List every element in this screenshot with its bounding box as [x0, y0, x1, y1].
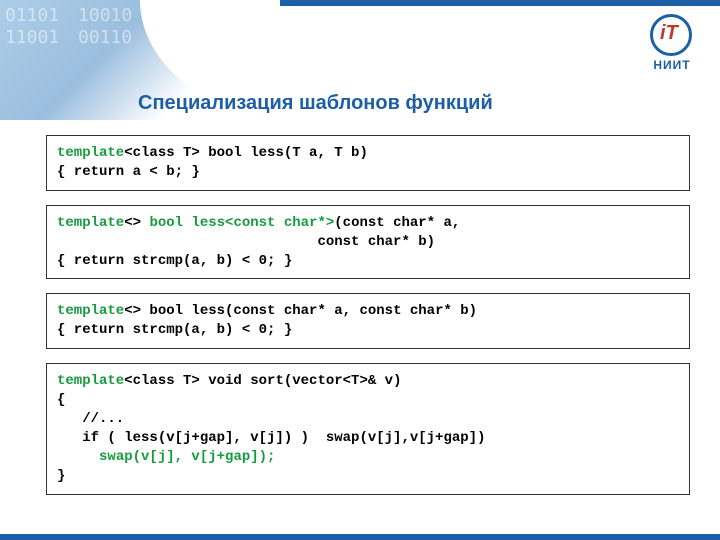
- code-segment: bool less<const char*>: [149, 215, 334, 231]
- code-segment: template: [57, 303, 124, 319]
- logo-label: НИИТ: [650, 58, 694, 72]
- code-block-2: template<> bool less<const char*>(const …: [46, 205, 690, 280]
- code-segment: swap(v[j], v[j+gap]);: [99, 449, 275, 465]
- code-segment: template: [57, 145, 124, 161]
- top-stripe: [280, 0, 720, 6]
- code-block-1: template<class T> bool less(T a, T b) { …: [46, 135, 690, 191]
- code-segment: <>: [124, 215, 149, 231]
- logo-icon: iT: [650, 14, 694, 58]
- slide-content: Специализация шаблонов функций template<…: [0, 92, 720, 509]
- code-segment: template: [57, 373, 124, 389]
- code-segment: template: [57, 215, 124, 231]
- code-block-3: template<> bool less(const char* a, cons…: [46, 293, 690, 349]
- code-segment: }: [57, 468, 65, 484]
- bottom-stripe: [0, 534, 720, 540]
- slide-title: Специализация шаблонов функций: [138, 92, 690, 115]
- code-block-4: template<class T> void sort(vector<T>& v…: [46, 363, 690, 494]
- logo: iT НИИТ: [650, 14, 694, 72]
- logo-icon-text: iT: [660, 22, 678, 45]
